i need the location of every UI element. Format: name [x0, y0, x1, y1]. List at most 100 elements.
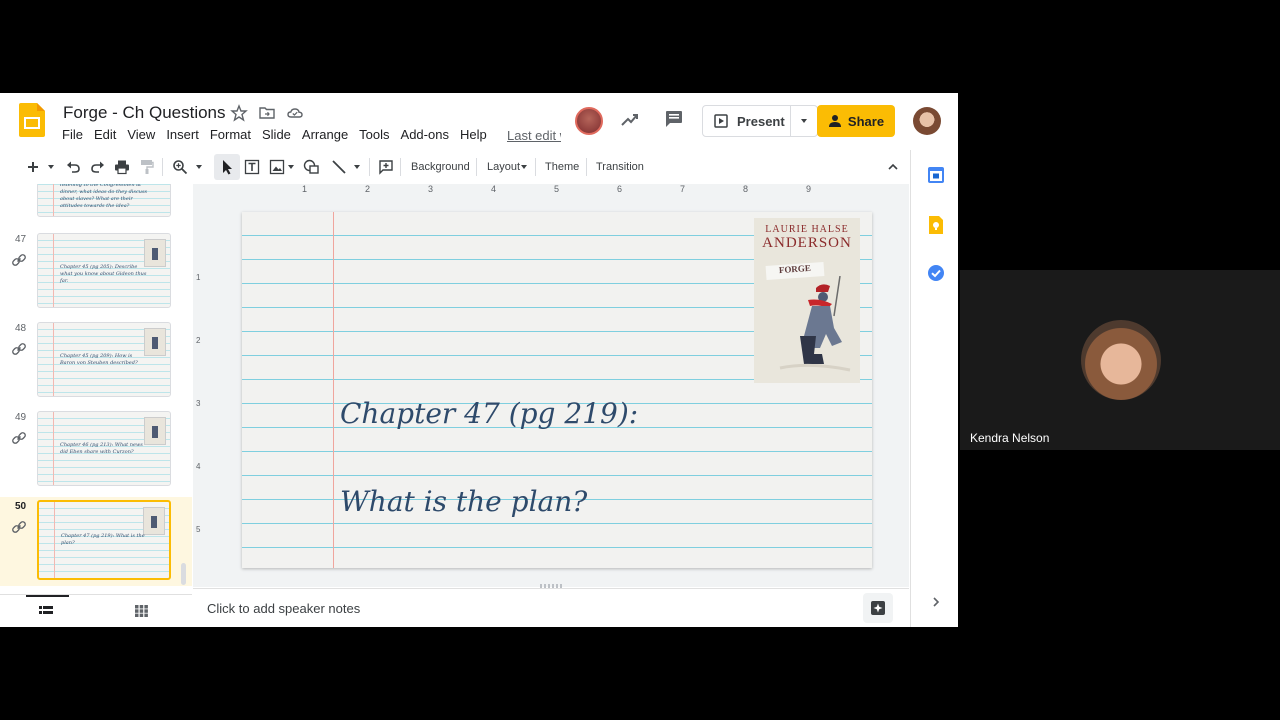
caret-down-icon	[48, 165, 54, 169]
title-icons	[230, 104, 304, 122]
background-button[interactable]: Background	[411, 150, 470, 184]
grid-view-icon[interactable]	[135, 605, 148, 617]
menu-insert[interactable]: Insert	[166, 127, 199, 142]
menu-tools[interactable]: Tools	[359, 127, 389, 142]
caret-down-icon	[801, 119, 807, 123]
toolbar-divider	[586, 158, 587, 176]
book-cover-image[interactable]: LAURIE HALSE ANDERSON FORGE	[754, 218, 860, 383]
menu-format[interactable]: Format	[210, 127, 251, 142]
thumbnail-margin-line	[53, 234, 54, 307]
menu-arrange[interactable]: Arrange	[302, 127, 348, 142]
new-slide-button[interactable]	[26, 150, 40, 184]
shape-icon	[303, 159, 319, 174]
keep-icon[interactable]	[927, 215, 945, 235]
slide-title-line-1: Chapter 47 (pg 219):	[340, 397, 639, 430]
ruler-tick: 7	[680, 184, 686, 194]
select-tool-button[interactable]	[214, 154, 240, 180]
menu-edit[interactable]: Edit	[94, 127, 116, 142]
participant-name: Kendra Nelson	[970, 431, 1050, 445]
redo-button[interactable]	[90, 150, 106, 184]
thumbnail-book-image	[144, 328, 166, 356]
filmstrip: Chapter 45 (pg 2__): While listening to …	[0, 184, 192, 594]
text-box-icon	[244, 159, 260, 175]
cloud-saved-icon[interactable]	[286, 104, 304, 122]
notebook-margin-line	[333, 212, 334, 568]
filmstrip-view-icon[interactable]	[39, 605, 53, 617]
new-slide-layout-dropdown[interactable]	[46, 150, 56, 184]
transition-button[interactable]: Transition	[596, 150, 644, 184]
slide-number: 50	[15, 501, 27, 512]
collapse-toolbar-button[interactable]	[887, 150, 899, 184]
text-box-button[interactable]	[244, 150, 260, 184]
current-slide[interactable]: Chapter 47 (pg 219): What is the plan? L…	[242, 212, 872, 568]
last-edit-link[interactable]: Last edit was seconds ago	[507, 128, 561, 143]
slides-app: Forge - Ch Questions File Edit View Inse…	[0, 93, 958, 627]
insert-image-button[interactable]	[269, 150, 285, 184]
slides-logo-icon[interactable]	[19, 103, 45, 137]
undo-button[interactable]	[65, 150, 81, 184]
toolbar-divider	[535, 158, 536, 176]
header: Forge - Ch Questions File Edit View Inse…	[0, 93, 958, 149]
calendar-icon[interactable]	[927, 166, 945, 184]
line-dropdown[interactable]	[353, 150, 361, 184]
ruler-tick: 1	[196, 273, 201, 282]
insert-image-dropdown[interactable]	[287, 150, 295, 184]
print-button[interactable]	[114, 150, 130, 184]
share-label: Share	[847, 113, 885, 129]
thumbnail-row-selected[interactable]: 50 Chapter 47 (pg 219): What is the plan…	[0, 497, 192, 586]
theme-button[interactable]: Theme	[545, 150, 579, 184]
toolbar-divider	[400, 158, 401, 176]
ruler-tick: 5	[554, 184, 560, 194]
collaborator-avatar[interactable]	[575, 107, 603, 135]
menu-file[interactable]: File	[62, 127, 83, 142]
activity-dashboard-icon[interactable]	[620, 110, 640, 130]
comment-history-icon[interactable]	[664, 109, 684, 129]
caret-down-icon	[196, 165, 202, 169]
present-options-button[interactable]	[791, 116, 817, 126]
speaker-notes-placeholder[interactable]: Click to add speaker notes	[207, 601, 360, 616]
caret-down-icon	[288, 165, 294, 169]
layout-button[interactable]: Layout	[487, 150, 528, 184]
slide-thumbnail[interactable]: Chapter 45 (pg 2__): While listening to …	[37, 184, 171, 217]
speaker-notes[interactable]: Click to add speaker notes	[193, 588, 909, 627]
slide-thumbnail-selected[interactable]: Chapter 47 (pg 219): What is the plan?	[37, 500, 171, 580]
filmstrip-scrollbar[interactable]	[181, 563, 186, 585]
slide-thumbnail[interactable]: Chapter 46 (pg 213): What news did Eben …	[37, 411, 171, 486]
chevron-right-icon[interactable]	[930, 596, 942, 608]
add-comment-button[interactable]	[378, 150, 394, 184]
cursor-icon	[223, 160, 232, 175]
present-main-button[interactable]: Present	[703, 106, 791, 136]
menu-addons[interactable]: Add-ons	[401, 127, 449, 142]
line-button[interactable]	[331, 150, 347, 184]
share-button[interactable]: Share	[817, 105, 895, 137]
explore-icon	[871, 601, 885, 615]
thumbnail-row[interactable]: 49 Chapter 46 (pg 213): What news did Eb…	[0, 408, 192, 497]
menu-slide[interactable]: Slide	[262, 127, 291, 142]
thumbnail-row[interactable]: Chapter 45 (pg 2__): While listening to …	[0, 184, 192, 231]
slide-title[interactable]: Chapter 47 (pg 219): What is the plan?	[340, 348, 760, 568]
tasks-icon[interactable]	[927, 264, 945, 282]
thumbnail-row[interactable]: 48 Chapter 45 (pg 209): How is Baron von…	[0, 319, 192, 408]
zoom-icon	[173, 160, 188, 175]
zoom-dropdown[interactable]	[194, 150, 204, 184]
account-avatar[interactable]	[913, 107, 941, 135]
horizontal-ruler: 1 2 3 4 5 6 7 8 9	[242, 184, 872, 196]
explore-button[interactable]	[863, 593, 893, 623]
thumbnail-text: Chapter 45 (pg 209): How is Baron von St…	[60, 353, 138, 366]
zoom-button[interactable]	[172, 150, 188, 184]
thumbnail-row[interactable]: 47 Chapter 45 (pg 205): Describe what yo…	[0, 230, 192, 319]
active-view-indicator	[26, 595, 69, 597]
menu-view[interactable]: View	[127, 127, 155, 142]
paint-format-button[interactable]	[140, 150, 154, 184]
present-button: Present	[702, 105, 818, 137]
move-to-folder-icon[interactable]	[258, 104, 276, 122]
slide-thumbnail[interactable]: Chapter 45 (pg 205): Describe what you k…	[37, 233, 171, 308]
document-title[interactable]: Forge - Ch Questions	[63, 103, 226, 123]
star-icon[interactable]	[230, 104, 248, 122]
link-icon	[12, 432, 26, 444]
ruler-tick: 8	[743, 184, 749, 194]
slide-thumbnail[interactable]: Chapter 45 (pg 209): How is Baron von St…	[37, 322, 171, 397]
link-icon	[12, 343, 26, 355]
menu-help[interactable]: Help	[460, 127, 487, 142]
shape-button[interactable]	[303, 150, 321, 184]
